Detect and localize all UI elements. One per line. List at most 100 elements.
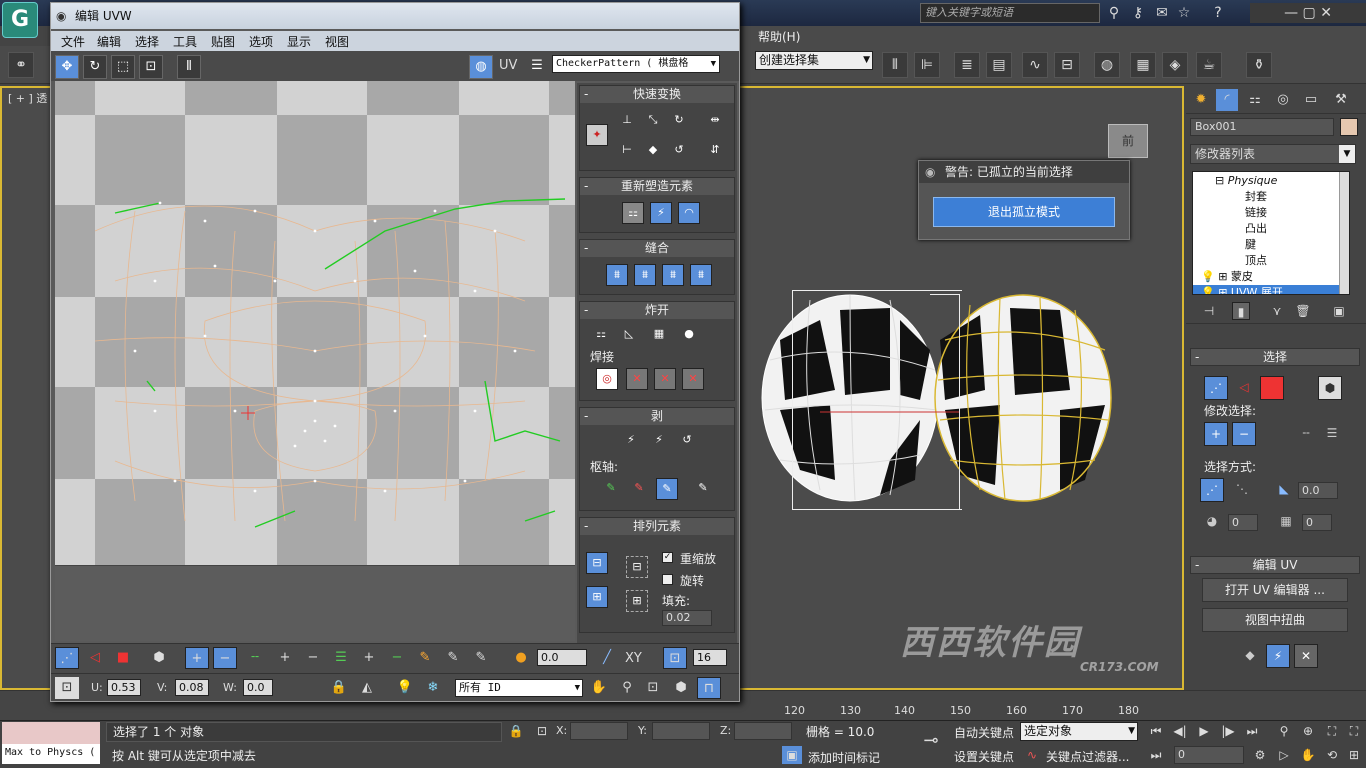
maxscript-listener-mini[interactable] [2,722,100,744]
pack-settings-icon[interactable]: ⊞ [626,590,648,612]
rescale-checkbox[interactable]: ✓ [662,552,673,563]
flatten-settings-icon[interactable]: ● [678,324,700,346]
play-icon[interactable]: ▶ [1194,722,1214,740]
space-vertical-icon[interactable]: ⇵ [704,140,726,162]
time-tag-icon[interactable]: ▣ [782,746,802,764]
shrink-selection-icon[interactable]: − [1232,422,1256,446]
orbit-icon[interactable]: ⟲ [1322,746,1342,764]
selection-rollout-header[interactable]: 选择 [1190,348,1360,366]
window-controls[interactable]: — ▢ ✕ [1250,3,1366,23]
ring-select-icon[interactable]: ☰ [1320,422,1344,446]
auto-key-button[interactable]: 自动关键点 [954,724,1014,741]
relax-settings-icon[interactable]: ◠ [678,202,700,224]
absolute-mode-icon[interactable]: ⊡ [532,722,552,740]
freeform-icon[interactable]: ⊡ [139,55,163,79]
zoom-icon[interactable]: ⚲ [1274,722,1294,740]
maximize-viewport-icon[interactable]: ⊞ [1344,746,1364,764]
utilities-tab-icon[interactable]: ⚒ [1330,89,1352,111]
rendered-frame-icon[interactable]: ◈ [1162,52,1188,78]
remove-modifier-icon[interactable]: 🗑 [1294,302,1312,320]
stitch-settings-icon[interactable]: ⩩ [690,264,712,286]
uv-loop-icon[interactable]: ╌ [243,647,267,669]
rotate-checkbox[interactable] [662,574,673,585]
stack-item-envelope[interactable]: 封套 [1193,189,1341,205]
exit-isolation-button[interactable]: 退出孤立模式 [933,197,1115,227]
mirror-icon[interactable]: ⫴ [882,52,908,78]
z-coord-field[interactable] [734,722,792,740]
absolute-offset-icon[interactable]: ⊡ [55,677,79,699]
named-selection-set-dropdown[interactable]: 创建选择集 [755,51,873,70]
zoom-region-icon[interactable]: ⊡ [641,677,665,699]
unpin-vertex-icon[interactable]: ✎ [628,478,650,500]
quick-planar-icon[interactable]: ◆ [1238,644,1262,668]
stack-item-tendon[interactable]: 腱 [1193,237,1341,253]
uv-edge-mode-icon[interactable]: ◁ [83,647,107,669]
planar-angle-spinner[interactable]: 0.0 [1298,482,1338,499]
uv-ring-icon[interactable]: ☰ [329,647,353,669]
pan-uv-icon[interactable]: ✋ [587,677,611,699]
open-uv-editor-button[interactable]: 打开 UV 编辑器 ... [1202,578,1348,602]
material-editor-icon[interactable]: ◍ [1094,52,1120,78]
pack-together-icon[interactable]: ⊞ [586,586,608,608]
scale-icon[interactable]: ⬚ [111,55,135,79]
fov-icon[interactable]: ▷ [1274,746,1294,764]
weld-selected-settings-icon[interactable]: ✕ [654,368,676,390]
freeze-icon[interactable]: ❄ [421,677,445,699]
uv-vertex-mode-icon[interactable]: ⋰ [55,647,79,669]
set-key-icon[interactable]: ⊸ [918,728,944,754]
timeline-ruler[interactable]: 120 130 140 150 160 170 180 [744,690,1144,717]
set-pivot-icon[interactable]: ✦ [586,124,608,146]
stack-item-skin[interactable]: 💡 ⊞ 蒙皮 [1193,269,1341,285]
previous-frame-icon[interactable]: ◀| [1170,722,1190,740]
face-select-icon[interactable] [1260,376,1284,400]
soft-selection-icon[interactable]: ● [509,647,533,669]
peel-mode-icon[interactable]: ⚡ [648,430,670,452]
reshape-header[interactable]: 重新塑造元素 [580,178,734,195]
next-frame-icon[interactable]: |▶ [1218,722,1238,740]
hierarchy-tab-icon[interactable]: ⚏ [1244,89,1266,111]
paint-shrink-icon[interactable]: ✎ [469,647,493,669]
falloff-space-label[interactable]: XY [625,651,642,666]
flatten-icon[interactable]: ▦ [648,324,670,346]
break-icon[interactable]: ⚏ [590,324,612,346]
pan-icon[interactable]: ✋ [1298,746,1318,764]
material-id-filter-dropdown[interactable]: 所有 ID [455,679,583,697]
texture-dropdown[interactable]: CheckerPattern ( 棋盘格 [552,55,720,73]
stitch-header[interactable]: 缝合 [580,240,734,257]
go-to-start-icon[interactable]: ⏮ [1146,722,1166,740]
u-value-field[interactable]: 0.53 [107,679,141,696]
key-filter-icon[interactable]: ∿ [1022,746,1042,764]
modify-tab-icon[interactable]: ◜ [1216,89,1238,111]
vertex-select-icon[interactable]: ⋰ [1204,376,1228,400]
favorites-star-icon[interactable]: ☆ [1174,3,1194,23]
straighten-icon[interactable]: ◆ [642,140,664,162]
link-icon[interactable]: ⚭ [8,52,34,78]
object-name-field[interactable]: Box001 [1190,118,1334,136]
menu-options[interactable]: 选项 [249,33,273,50]
menu-tools[interactable]: 工具 [173,33,197,50]
spinner-b[interactable]: 0 [1302,514,1332,531]
tweak-in-view-button[interactable]: 视图中扭曲 [1202,608,1348,632]
arrange-header[interactable]: 排列元素 [580,518,734,535]
stack-item-vertex[interactable]: 顶点 [1193,253,1341,269]
y-coord-field[interactable] [652,722,710,740]
menu-file[interactable]: 文件 [61,33,85,50]
rotate-icon[interactable]: ↻ [83,55,107,79]
zoom-uv-icon[interactable]: ⚲ [615,677,639,699]
view-cube[interactable]: 前 [1108,124,1148,158]
rotate-neg-90-icon[interactable]: ↺ [668,140,690,162]
bulb-icon[interactable]: 💡 [393,677,417,699]
show-end-result-icon[interactable]: ▮ [1232,302,1250,320]
menu-select[interactable]: 选择 [135,33,159,50]
relax-icon[interactable]: ⚡ [650,202,672,224]
edge-select-icon[interactable]: ◁ [1232,376,1256,400]
pin-vertex-icon[interactable]: ✎ [600,478,622,500]
uv-loop-shrink-icon[interactable]: − [301,647,325,669]
search-input[interactable]: 键入关键字或短语 [920,3,1100,23]
hide-show-icon[interactable]: ◭ [355,677,379,699]
app-logo-button[interactable]: G [2,2,38,38]
paint-grow-icon[interactable]: ✎ [441,647,465,669]
menu-view[interactable]: 视图 [325,33,349,50]
pack-custom-icon[interactable]: ⊟ [626,556,648,578]
explode-header[interactable]: 炸开 [580,302,734,319]
